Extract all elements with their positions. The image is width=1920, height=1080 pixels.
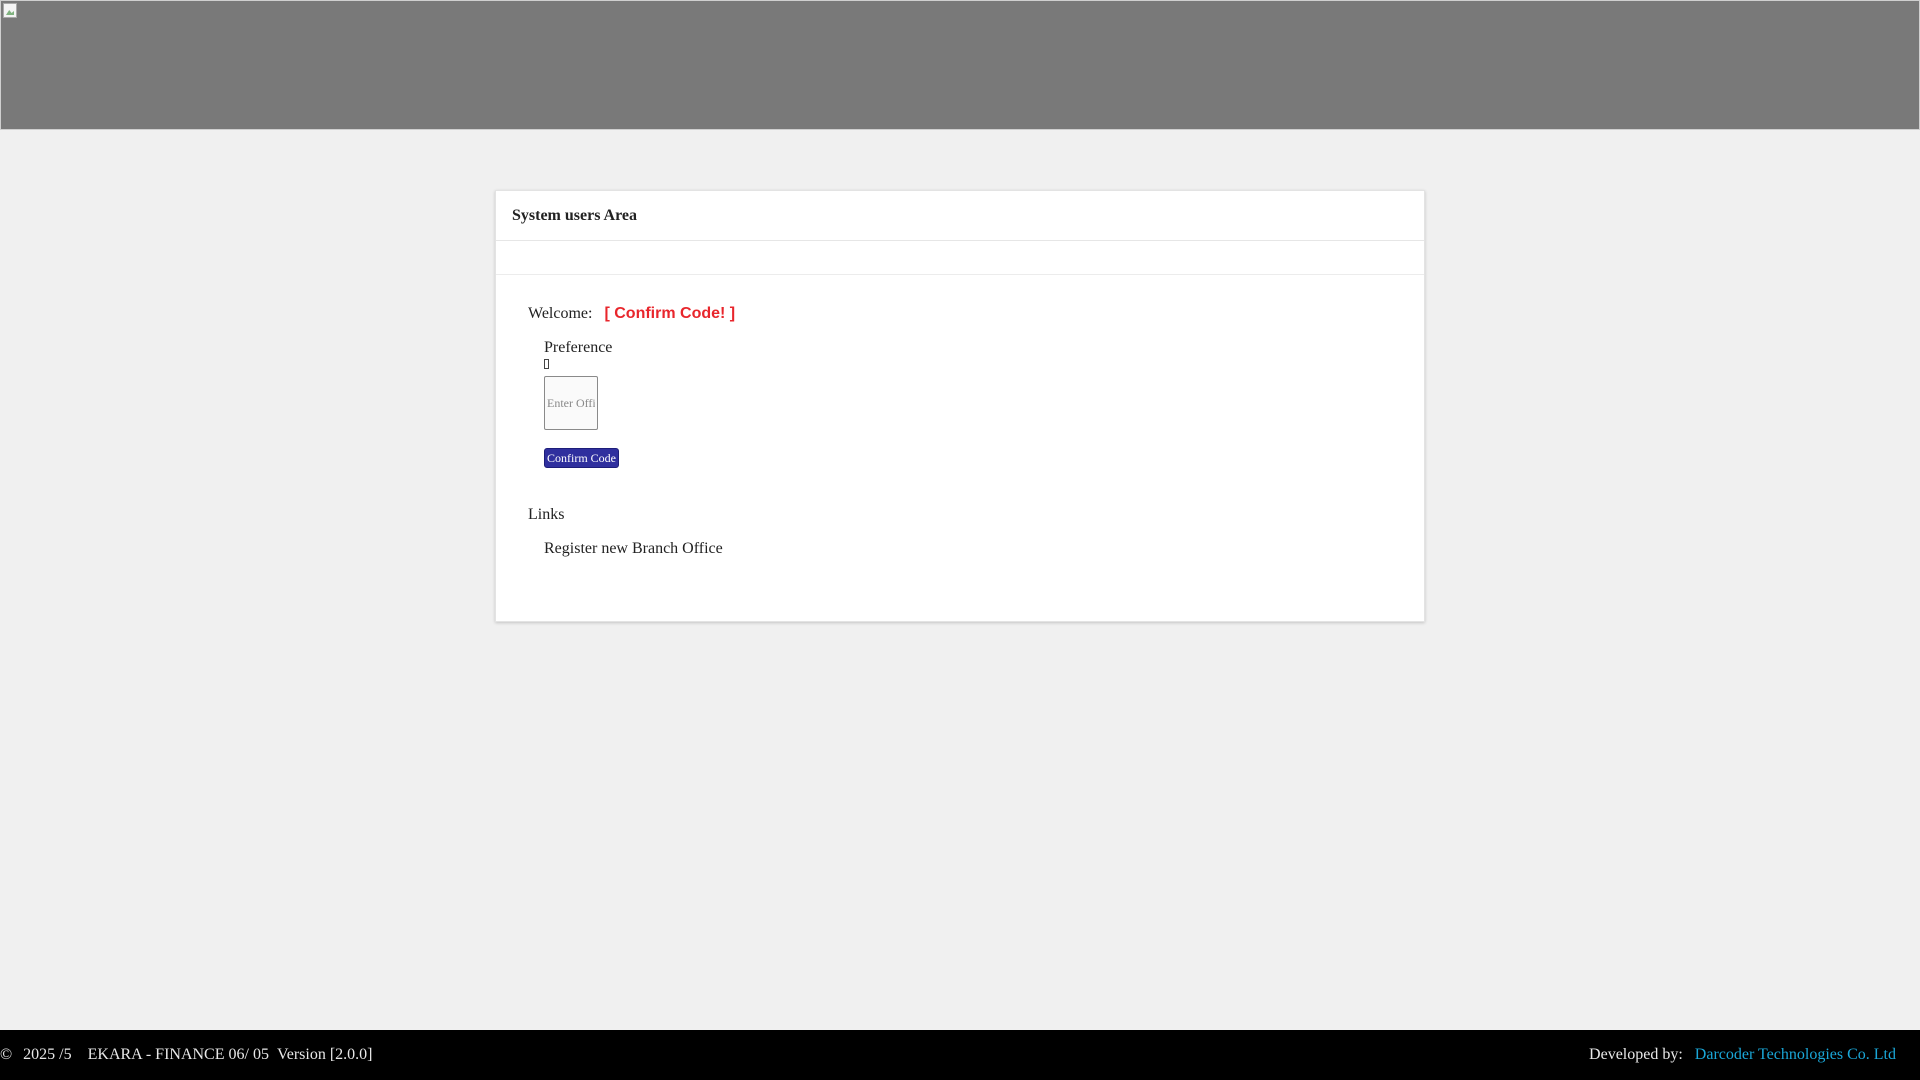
company-link[interactable]: Darcoder Technologies Co. Ltd [1695,1046,1896,1064]
footer-year: 2025 /5 [23,1046,72,1063]
header-banner [0,0,1920,130]
panel-subheader [496,241,1424,275]
developed-by-label: Developed by: [1589,1046,1683,1063]
footer: © 2025 /5 EKARA - FINANCE 06/ 05 Version… [0,1030,1920,1080]
welcome-row: Welcome: [ Confirm Code! ] [528,305,735,323]
preference-label: Preference [544,339,613,356]
footer-app-name: EKARA - FINANCE 06/ 05 [87,1046,269,1063]
footer-right: Developed by: Darcoder Technologies Co. … [1589,1046,1920,1064]
links-heading: Links [528,506,565,523]
footer-left: © 2025 /5 EKARA - FINANCE 06/ 05 Version… [0,1046,373,1064]
welcome-label: Welcome: [528,305,593,322]
confirm-code-button[interactable]: Confirm Code [544,448,619,468]
register-branch-office-link[interactable]: Register new Branch Office [544,540,723,558]
welcome-status: [ Confirm Code! ] [604,305,736,322]
footer-version: Version [2.0.0] [276,1046,373,1063]
info-icon [544,359,549,369]
copyright-symbol: © [0,1046,13,1063]
office-code-input[interactable] [544,376,598,430]
broken-image-icon [3,3,17,18]
panel-title: System users Area [496,191,1424,241]
system-users-panel: System users Area Welcome: [ Confirm Cod… [495,190,1425,622]
